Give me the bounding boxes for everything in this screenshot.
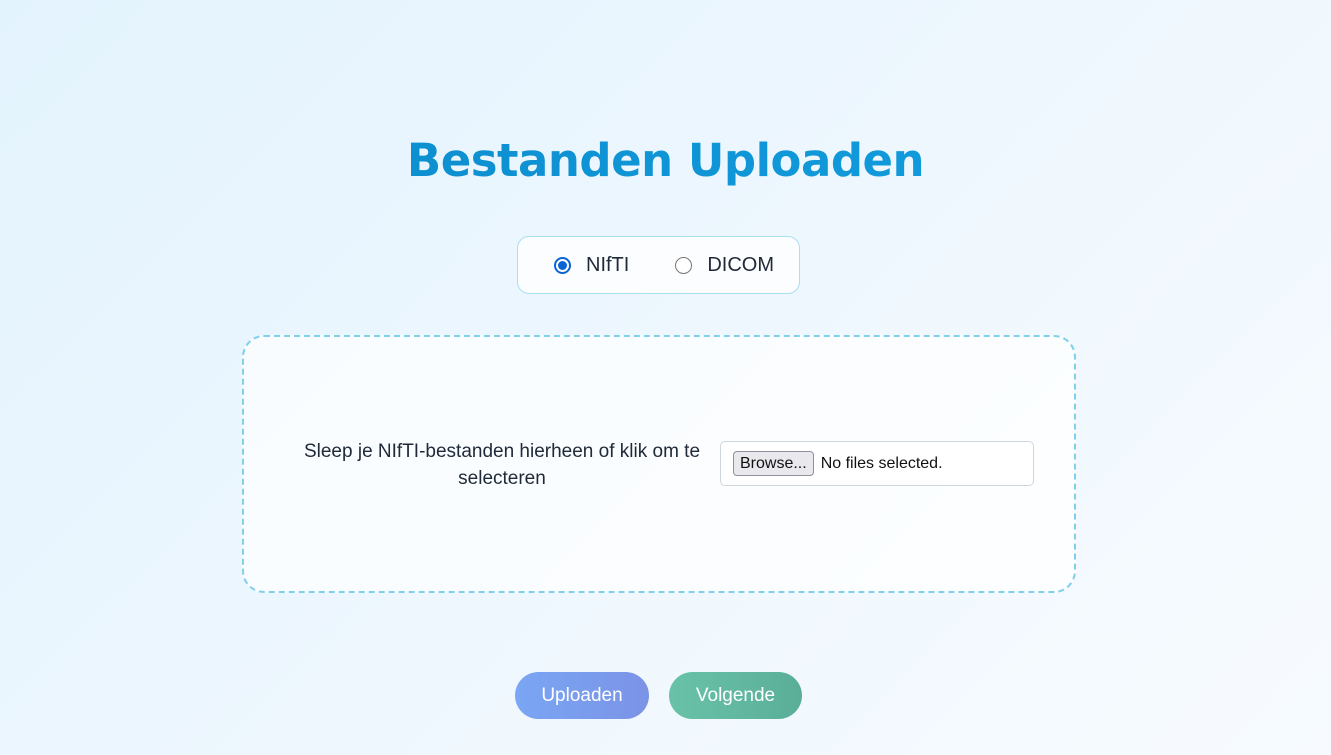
next-button[interactable]: Volgende: [669, 672, 802, 719]
upload-button[interactable]: Uploaden: [515, 672, 649, 719]
file-status-text: No files selected.: [820, 454, 943, 472]
dropzone-instruction: Sleep je NIfTI-bestanden hierheen of kli…: [303, 441, 701, 489]
browse-button[interactable]: Browse...: [733, 451, 814, 476]
page-title: Bestanden Uploaden: [0, 134, 1331, 187]
file-input[interactable]: Browse... No files selected.: [720, 441, 1034, 486]
radio-button-dicom[interactable]: [675, 256, 693, 274]
radio-option-nifti[interactable]: NIfTI: [554, 254, 629, 277]
radio-button-nifti[interactable]: [554, 256, 571, 274]
radio-label-nifti: NIfTI: [586, 253, 630, 276]
format-radio-group: NIfTI DICOM: [517, 236, 800, 294]
radio-option-dicom[interactable]: DICOM: [675, 254, 774, 277]
radio-label-dicom: DICOM: [707, 253, 775, 276]
